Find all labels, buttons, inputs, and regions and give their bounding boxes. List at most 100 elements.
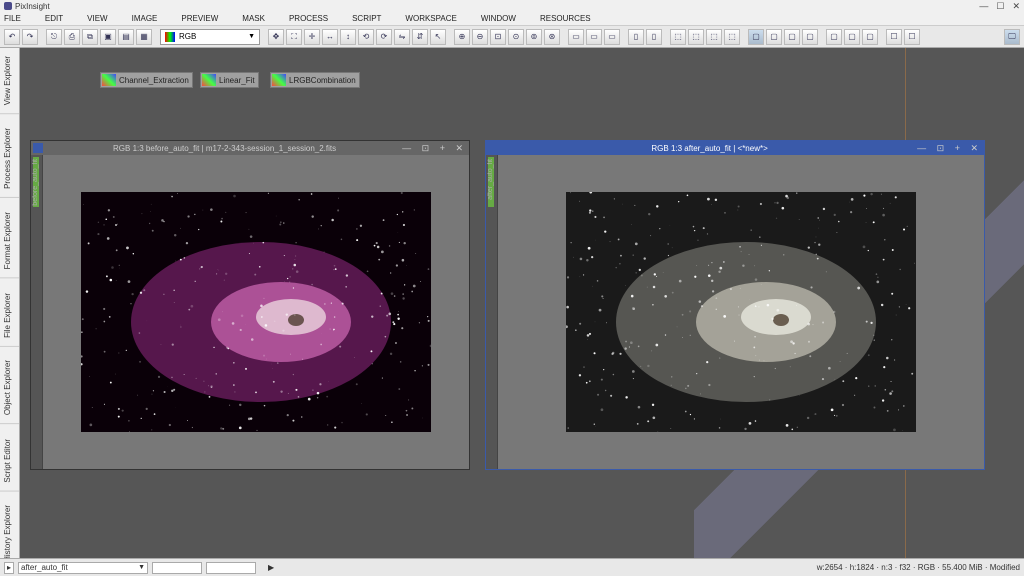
tb-f[interactable]: ▢ — [766, 29, 782, 45]
flip-v-tool[interactable]: ⇵ — [412, 29, 428, 45]
side-tab-object-explorer[interactable]: Object Explorer — [0, 352, 19, 424]
image-titlebar[interactable]: RGB 1:3 after_auto_fit | <*new*> — ⊡ + ✕ — [486, 141, 984, 155]
maximize-button[interactable]: ☐ — [996, 1, 1004, 12]
side-tab-process-explorer[interactable]: Process Explorer — [0, 120, 19, 198]
process-icon-linear_fit[interactable]: Linear_Fit — [200, 72, 259, 88]
fit-tool[interactable]: ⛶ — [286, 29, 302, 45]
process-thumb-icon — [202, 74, 216, 86]
process-icon-lrgbcombination[interactable]: LRGBCombination — [270, 72, 360, 88]
tb-d[interactable]: ⬚ — [724, 29, 740, 45]
menu-workspace[interactable]: WORKSPACE — [405, 14, 456, 23]
menu-mask[interactable]: MASK — [242, 14, 265, 23]
win-1[interactable]: ▯ — [628, 29, 644, 45]
minimize-button[interactable]: — — [979, 1, 988, 12]
rotate-l-tool[interactable]: ⟲ — [358, 29, 374, 45]
menu-script[interactable]: SCRIPT — [352, 14, 381, 23]
menu-process[interactable]: PROCESS — [289, 14, 328, 23]
side-tab-script-editor[interactable]: Script Editor — [0, 431, 19, 492]
grid-1[interactable]: ▭ — [568, 29, 584, 45]
status-box-2[interactable] — [206, 562, 256, 574]
menu-preview[interactable]: PREVIEW — [181, 14, 218, 23]
copy-button[interactable]: ⧉ — [82, 29, 98, 45]
process-icon-channel_extraction[interactable]: Channel_Extraction — [100, 72, 193, 88]
rgb-swatch-icon — [165, 32, 175, 42]
grid-2[interactable]: ▭ — [586, 29, 602, 45]
window-controls[interactable]: — ⊡ + ✕ — [402, 143, 467, 154]
nebula-image-before — [81, 192, 431, 432]
workspace[interactable]: Channel_Extraction Linear_Fit LRGBCombinat… — [20, 48, 1024, 558]
tb-h[interactable]: ▢ — [802, 29, 818, 45]
side-tab-format-explorer[interactable]: Format Explorer — [0, 204, 19, 278]
zoom-fit-button[interactable]: ⊡ — [490, 29, 506, 45]
window-controls[interactable]: — ⊡ + ✕ — [917, 143, 982, 154]
window-menu-icon[interactable] — [488, 143, 498, 153]
align-tool[interactable]: ↔ — [322, 29, 338, 45]
flip-h-tool[interactable]: ⇋ — [394, 29, 410, 45]
chevron-down-icon: ▼ — [138, 564, 145, 571]
menu-window[interactable]: WINDOW — [481, 14, 516, 23]
undo-button[interactable]: ↶ — [4, 29, 20, 45]
status-icon[interactable]: ▸ — [4, 562, 14, 574]
zoom-in-button[interactable]: ⊕ — [454, 29, 470, 45]
tb-k[interactable]: ▢ — [862, 29, 878, 45]
side-tab-view-explorer[interactable]: View Explorer — [0, 48, 19, 114]
grid-3[interactable]: ▭ — [604, 29, 620, 45]
tb-l[interactable]: ☐ — [886, 29, 902, 45]
tb-m[interactable]: ☐ — [904, 29, 920, 45]
pointer-tool[interactable]: ↖ — [430, 29, 446, 45]
valign-tool[interactable]: ↕ — [340, 29, 356, 45]
tb-c[interactable]: ⬚ — [706, 29, 722, 45]
redo-button[interactable]: ↷ — [22, 29, 38, 45]
rotate-r-tool[interactable]: ⟳ — [376, 29, 392, 45]
image-title: RGB 1:3 after_auto_fit | <*new*> — [502, 144, 917, 153]
nebula-image-after — [566, 192, 916, 432]
image-side-label: before_auto_fit — [32, 159, 39, 206]
view-selector[interactable]: after_auto_fit ▼ — [18, 562, 148, 574]
status-info: w:2654 · h:1824 · n:3 · f32 · RGB · 55.4… — [817, 563, 1020, 572]
menu-bar: FILE EDIT VIEW IMAGE PREVIEW MASK PROCES… — [0, 12, 1024, 26]
image-canvas[interactable] — [43, 155, 469, 469]
menu-file[interactable]: FILE — [4, 14, 21, 23]
new-button[interactable]: ▤ — [118, 29, 134, 45]
win-2[interactable]: ▯ — [646, 29, 662, 45]
play-icon[interactable]: ▶ — [268, 563, 274, 572]
menu-view[interactable]: VIEW — [87, 14, 107, 23]
window-menu-icon[interactable] — [33, 143, 43, 153]
tb-e[interactable]: ▢ — [748, 29, 764, 45]
zoom-out-button[interactable]: ⊖ — [472, 29, 488, 45]
zoom-1-button[interactable]: ⊙ — [508, 29, 524, 45]
tb-i[interactable]: ▢ — [826, 29, 842, 45]
image-window-after[interactable]: RGB 1:3 after_auto_fit | <*new*> — ⊡ + ✕… — [485, 140, 985, 470]
side-tab-file-explorer[interactable]: File Explorer — [0, 285, 19, 347]
image-side-tab[interactable]: before_auto_fit — [31, 155, 43, 469]
paste-button[interactable]: ▣ — [100, 29, 116, 45]
zoom-8-button[interactable]: ⊛ — [544, 29, 560, 45]
process-thumb-icon — [272, 74, 286, 86]
image-window-before[interactable]: RGB 1:3 before_auto_fit | m17-2-343-sess… — [30, 140, 470, 470]
os-titlebar: PixInsight — ☐ ✕ — [0, 0, 1024, 12]
close-button[interactable]: ✕ — [1012, 1, 1020, 12]
move-tool[interactable]: ✥ — [268, 29, 284, 45]
tb-a[interactable]: ⬚ — [670, 29, 686, 45]
window-controls: — ☐ ✕ — [979, 1, 1020, 12]
process-thumb-icon — [102, 74, 116, 86]
channel-selector[interactable]: RGB ▼ — [160, 29, 260, 45]
tb-g[interactable]: ▢ — [784, 29, 800, 45]
tb-b[interactable]: ⬚ — [688, 29, 704, 45]
doc-button[interactable]: ▦ — [136, 29, 152, 45]
image-canvas[interactable] — [498, 155, 984, 469]
open-button[interactable]: ⎋ — [46, 29, 62, 45]
image-side-tab[interactable]: after_auto_fit — [486, 155, 498, 469]
menu-resources[interactable]: RESOURCES — [540, 14, 591, 23]
image-titlebar[interactable]: RGB 1:3 before_auto_fit | m17-2-343-sess… — [31, 141, 469, 155]
monitor-button[interactable]: 🖵 — [1004, 29, 1020, 45]
menu-edit[interactable]: EDIT — [45, 14, 63, 23]
zoom-5-button[interactable]: ⊚ — [526, 29, 542, 45]
status-box-1[interactable] — [152, 562, 202, 574]
save-button[interactable]: ⎙ — [64, 29, 80, 45]
chevron-down-icon: ▼ — [248, 33, 255, 40]
center-tool[interactable]: ✛ — [304, 29, 320, 45]
menu-image[interactable]: IMAGE — [132, 14, 158, 23]
tb-j[interactable]: ▢ — [844, 29, 860, 45]
image-title: RGB 1:3 before_auto_fit | m17-2-343-sess… — [47, 144, 402, 153]
